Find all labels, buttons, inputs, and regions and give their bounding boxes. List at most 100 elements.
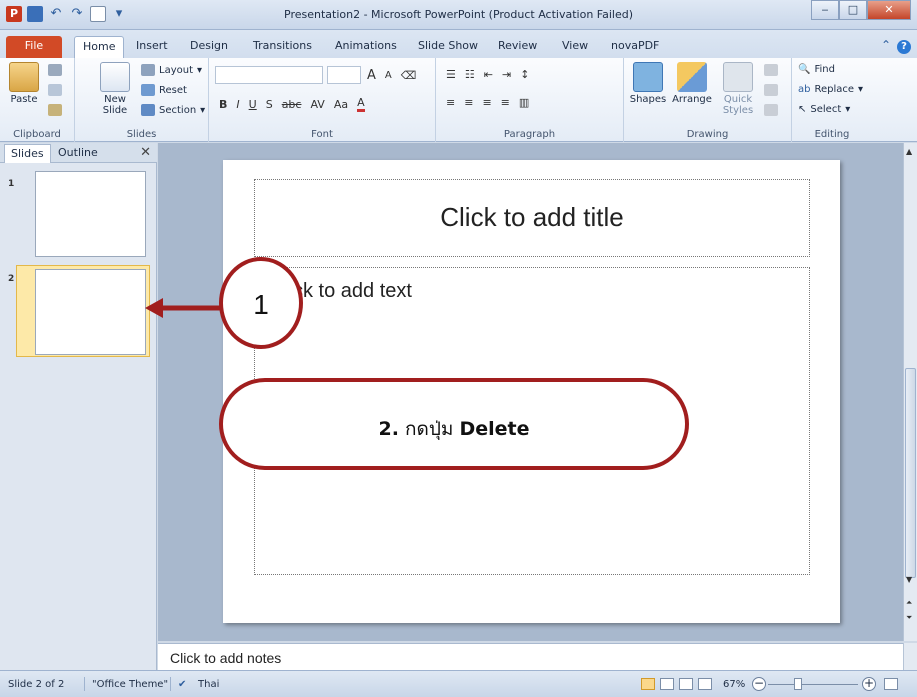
spelling-check-icon[interactable]: ✔	[178, 679, 186, 690]
zoom-level[interactable]: 67%	[723, 679, 745, 690]
slide-thumbnail-2[interactable]	[35, 269, 146, 355]
cursor-icon: ↖	[798, 104, 807, 115]
previous-slide-icon[interactable]: ⏶	[906, 598, 912, 608]
step-2-key: Delete	[459, 418, 530, 440]
align-center-icon[interactable]: ≡	[464, 96, 473, 109]
paste-button[interactable]: Paste	[6, 62, 42, 105]
decrease-indent-icon[interactable]: ⇤	[484, 68, 493, 81]
maximize-button[interactable]: □	[839, 0, 867, 20]
arrange-button[interactable]: Arrange	[670, 62, 714, 105]
zoom-out-button[interactable]: −	[752, 677, 766, 691]
align-left-icon[interactable]: ≡	[446, 96, 455, 109]
character-spacing-button[interactable]: AV	[310, 98, 324, 111]
copy-button[interactable]	[48, 84, 62, 96]
title-placeholder[interactable]: Click to add title	[254, 179, 810, 257]
group-editing: 🔍 Find ab Replace ▾ ↖ Select ▾ Editing	[792, 58, 872, 142]
shrink-font-button[interactable]: A	[385, 70, 392, 81]
columns-icon[interactable]: ▥	[519, 96, 529, 109]
slide-thumbnail-1[interactable]	[35, 171, 146, 257]
bold-button[interactable]: B	[219, 98, 227, 111]
normal-view-icon[interactable]	[641, 678, 655, 690]
new-slide-button[interactable]: New Slide	[97, 62, 133, 116]
slide-number: 1	[8, 179, 15, 189]
next-slide-icon[interactable]: ⏷	[906, 613, 912, 623]
change-case-button[interactable]: Aa	[334, 98, 348, 111]
underline-button[interactable]: U	[249, 98, 257, 111]
font-name-dropdown[interactable]	[215, 66, 323, 84]
language-indicator[interactable]: Thai	[198, 679, 219, 690]
font-size-dropdown[interactable]	[327, 66, 361, 84]
quick-styles-button[interactable]: Quick Styles	[716, 62, 760, 116]
shape-outline-button[interactable]	[764, 84, 778, 96]
format-painter-button[interactable]	[48, 104, 62, 116]
increase-indent-icon[interactable]: ⇥	[502, 68, 511, 81]
notes-pane[interactable]: Click to add notes	[158, 643, 903, 670]
ribbon: Paste Clipboard New Slide Layout ▾ Reset …	[0, 58, 917, 142]
tab-outline[interactable]: Outline	[52, 144, 104, 163]
italic-button[interactable]: I	[236, 98, 239, 111]
zoom-in-button[interactable]: +	[862, 677, 876, 691]
grow-font-button[interactable]: A	[367, 68, 376, 83]
tab-novapdf[interactable]: novaPDF	[603, 36, 667, 58]
new-slide-label: New Slide	[102, 94, 128, 116]
tab-slides[interactable]: Slides	[4, 144, 51, 163]
fit-to-window-icon[interactable]	[884, 678, 898, 690]
section-label: Section	[159, 104, 197, 116]
zoom-slider-knob[interactable]	[794, 678, 802, 690]
tab-transitions[interactable]: Transitions	[245, 36, 320, 58]
status-separator	[84, 677, 85, 691]
slide-show-view-icon[interactable]	[698, 678, 712, 690]
title-bar: P ↶ ↷ ▾ Presentation2 - Microsoft PowerP…	[0, 0, 917, 30]
reset-button[interactable]: Reset	[141, 84, 187, 96]
close-button[interactable]: ✕	[867, 0, 911, 20]
strikethrough-button[interactable]: abc	[282, 98, 302, 111]
scroll-up-arrow-icon[interactable]: ▲	[906, 147, 912, 156]
scroll-down-arrow-icon[interactable]: ▼	[906, 575, 912, 584]
cut-button[interactable]	[48, 64, 62, 76]
numbering-icon[interactable]: ☷	[465, 68, 475, 81]
line-spacing-icon[interactable]: ↕	[520, 68, 529, 81]
clear-formatting-icon[interactable]: ⌫	[401, 69, 417, 82]
select-button[interactable]: ↖ Select ▾	[798, 104, 850, 115]
ribbon-tab-row: File Home Insert Design Transitions Anim…	[0, 30, 917, 58]
minimize-ribbon-icon[interactable]: ⌃	[881, 38, 891, 52]
list-buttons: ☰ ☷ ⇤ ⇥ ↕	[446, 68, 529, 81]
tab-animations[interactable]: Animations	[327, 36, 405, 58]
tab-file[interactable]: File	[6, 36, 62, 58]
step-1-callout: 1	[219, 257, 303, 349]
group-clipboard: Paste Clipboard	[0, 58, 75, 142]
help-icon[interactable]: ?	[897, 40, 911, 54]
zoom-slider[interactable]	[768, 684, 858, 685]
layout-button[interactable]: Layout ▾	[141, 64, 202, 76]
vertical-scrollbar[interactable]: ▲ ▼ ⏶ ⏷	[903, 143, 917, 641]
shapes-button[interactable]: Shapes	[628, 62, 668, 105]
tab-review[interactable]: Review	[490, 36, 545, 58]
align-right-icon[interactable]: ≡	[482, 96, 491, 109]
quick-styles-label: Quick Styles	[722, 94, 754, 116]
notes-scrollbar[interactable]	[903, 643, 917, 670]
find-button[interactable]: 🔍 Find	[798, 64, 835, 75]
tab-design[interactable]: Design	[182, 36, 236, 58]
reading-view-icon[interactable]	[679, 678, 693, 690]
slide-sorter-view-icon[interactable]	[660, 678, 674, 690]
section-button[interactable]: Section ▾	[141, 104, 205, 116]
tab-slide-show[interactable]: Slide Show	[410, 36, 486, 58]
quick-styles-icon	[723, 62, 753, 92]
shape-fill-button[interactable]	[764, 64, 778, 76]
minimize-button[interactable]: ‒	[811, 0, 839, 20]
font-color-button[interactable]: A	[357, 96, 365, 112]
justify-icon[interactable]: ≡	[501, 96, 510, 109]
layout-label: Layout	[159, 64, 193, 76]
step-2-callout: 2. กดปุ่ม Delete	[219, 378, 689, 470]
tab-insert[interactable]: Insert	[128, 36, 176, 58]
shadow-button[interactable]: S	[266, 98, 273, 111]
section-icon	[141, 104, 155, 116]
shape-effects-button[interactable]	[764, 104, 778, 116]
replace-button[interactable]: ab Replace ▾	[798, 84, 863, 95]
bullets-icon[interactable]: ☰	[446, 68, 456, 81]
scrollbar-thumb[interactable]	[905, 368, 916, 578]
close-pane-icon[interactable]: ✕	[140, 145, 151, 160]
paste-icon	[9, 62, 39, 92]
tab-home[interactable]: Home	[74, 36, 125, 58]
tab-view[interactable]: View	[554, 36, 596, 58]
